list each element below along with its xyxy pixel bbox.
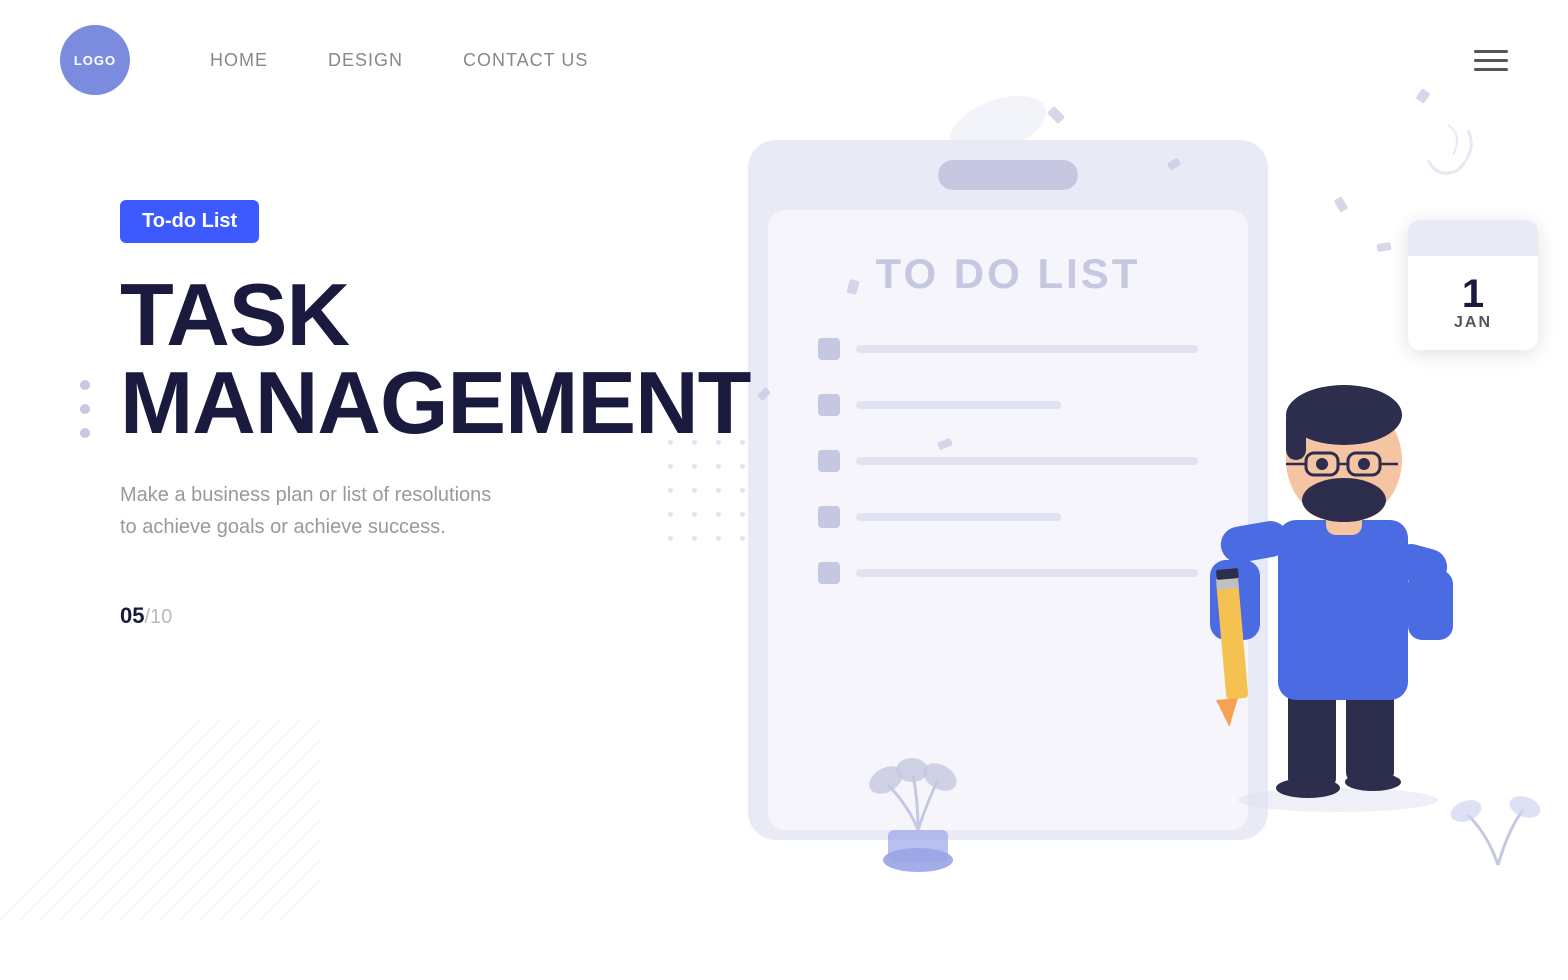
task-row (818, 394, 1198, 416)
clipboard-inner: TO DO LIST (768, 210, 1248, 830)
hamburger-menu[interactable] (1474, 50, 1508, 71)
task-row (818, 450, 1198, 472)
plant-decoration (858, 715, 978, 880)
dot-group (80, 380, 90, 438)
plant-right (1448, 755, 1548, 880)
navigation: LOGO HOME DESIGN CONTACT US (0, 0, 1568, 120)
pagination: 05/10 (120, 603, 660, 629)
confetti (1334, 196, 1349, 213)
calendar-header (1408, 220, 1538, 256)
task-row (818, 562, 1198, 584)
main-title: TASK MANAGEMENT (120, 271, 660, 447)
person-illustration (1188, 260, 1488, 820)
diagonal-lines (0, 720, 320, 920)
design-link[interactable]: DESIGN (328, 50, 403, 70)
task-row (818, 338, 1198, 360)
illustration: TO DO LIST (668, 80, 1568, 940)
badge: To-do List (120, 200, 259, 243)
home-link[interactable]: HOME (210, 50, 268, 70)
clipboard-title: TO DO LIST (818, 250, 1198, 298)
curl-decoration (1418, 120, 1478, 180)
confetti (1376, 242, 1391, 252)
task-row (818, 506, 1198, 528)
logo[interactable]: LOGO (60, 25, 130, 95)
clipboard-clip (938, 160, 1078, 190)
subtitle: Make a business plan or list of resoluti… (120, 479, 500, 543)
contact-link[interactable]: CONTACT US (463, 50, 588, 70)
nav-links: HOME DESIGN CONTACT US (210, 50, 588, 71)
hero-content: To-do List TASK MANAGEMENT Make a busine… (120, 200, 660, 629)
